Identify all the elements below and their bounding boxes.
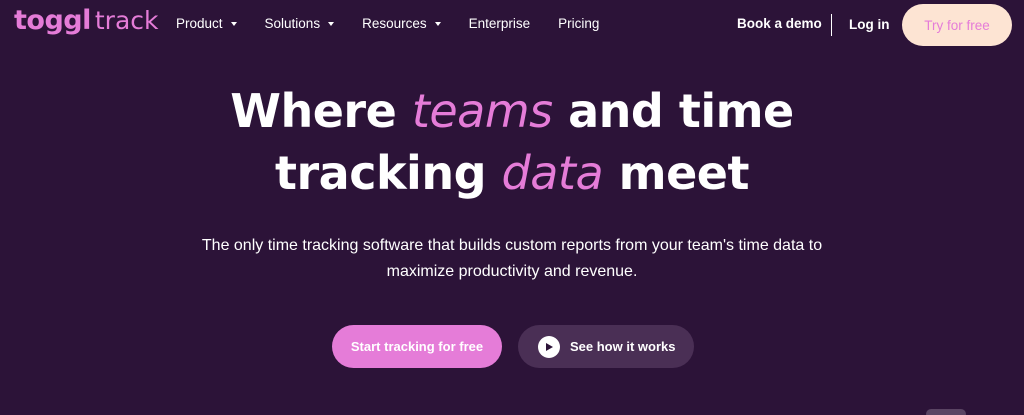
nav-item-solutions[interactable]: Solutions (265, 16, 335, 31)
nav-item-label: Solutions (264, 16, 321, 31)
see-how-it-works-button[interactable]: See how it works (518, 325, 694, 368)
nav-item-label: Product (176, 16, 223, 31)
hero-title-text: and time (552, 84, 794, 138)
nav-item-label: Pricing (558, 16, 600, 31)
nav-item-pricing[interactable]: Pricing (558, 16, 599, 31)
corner-widget[interactable] (926, 409, 966, 415)
chevron-down-icon (434, 22, 441, 26)
nav-item-label: Resources (362, 16, 427, 31)
play-icon (538, 335, 560, 358)
toggl-track-logo[interactable]: toggl track (14, 7, 159, 34)
nav-item-product[interactable]: Product (176, 16, 237, 31)
hero-title-accent-data: data (501, 146, 604, 200)
main-nav: Product Solutions Resources Enterprise P… (176, 16, 627, 31)
hero-subtitle: The only time tracking software that bui… (201, 237, 823, 280)
site-header: toggl track Product Solutions Resources … (0, 0, 1024, 50)
hero-title: Where teams and time tracking data meet (0, 80, 1024, 204)
try-for-free-button[interactable]: Try for free (902, 4, 1012, 46)
hero-title-accent-teams: teams (411, 84, 553, 138)
chevron-down-icon (328, 22, 335, 26)
hero-title-text: meet (603, 146, 750, 200)
login-link[interactable]: Log in (849, 17, 890, 32)
header-divider (831, 14, 832, 36)
book-demo-link[interactable]: Book a demo (737, 16, 822, 31)
page: toggl track Product Solutions Resources … (0, 0, 1024, 415)
nav-item-resources[interactable]: Resources (362, 16, 441, 31)
start-tracking-button[interactable]: Start tracking for free (332, 325, 502, 368)
nav-item-label: Enterprise (468, 16, 531, 31)
nav-item-enterprise[interactable]: Enterprise (469, 16, 531, 31)
see-how-it-works-label: See how it works (570, 339, 676, 354)
logo-word-toggl: toggl (14, 5, 91, 36)
logo-word-track: track (94, 6, 159, 35)
chevron-down-icon (230, 22, 237, 26)
hero-title-text: tracking (274, 146, 502, 200)
hero-title-text: Where (230, 84, 412, 138)
